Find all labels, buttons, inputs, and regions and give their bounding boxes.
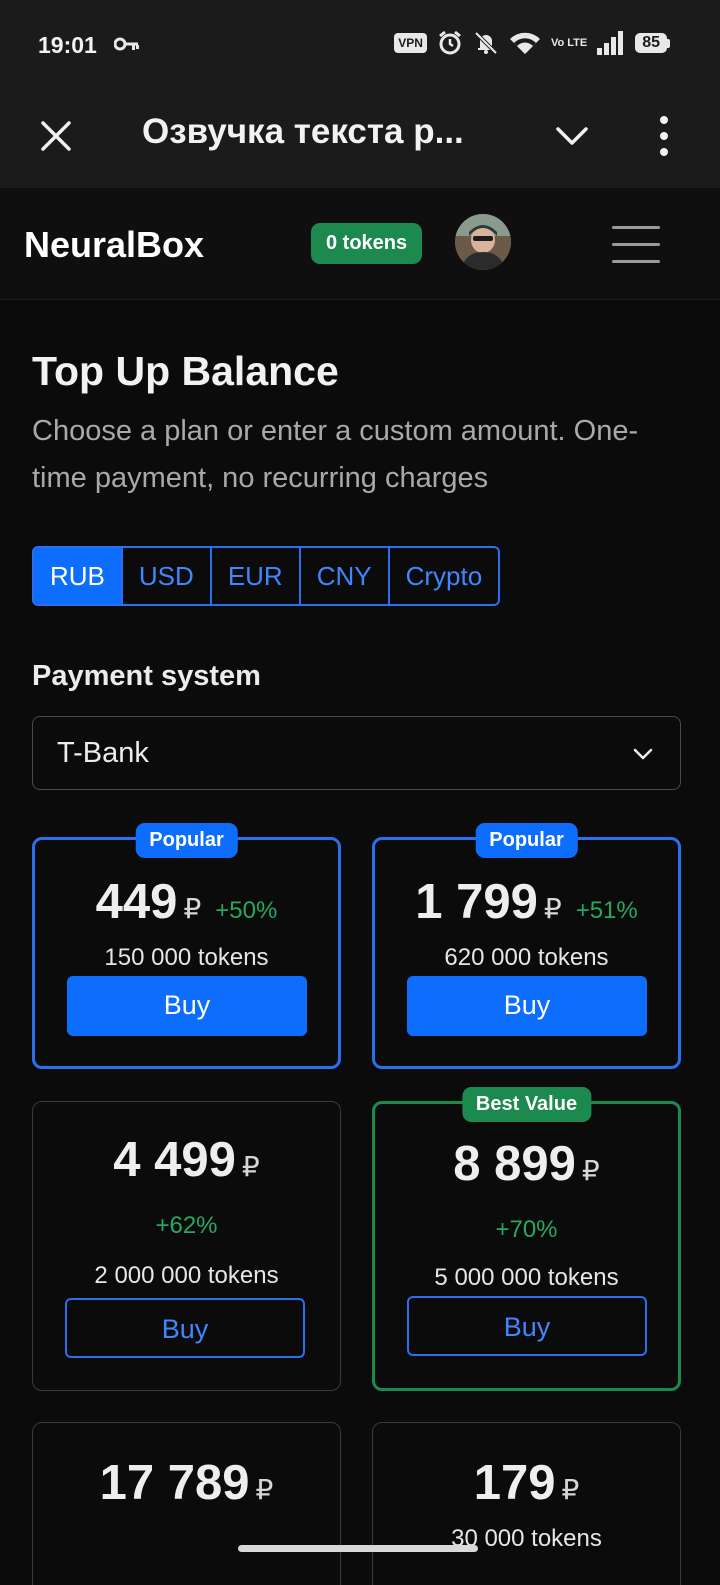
plan-bonus: +62% [155, 1212, 218, 1239]
plan-badge: Popular [135, 823, 238, 858]
plan-badge: Popular [475, 823, 578, 858]
plan-card: Popular 1 799 ₽ +51% 620 000 tokens Buy [372, 823, 681, 1069]
key-icon [114, 37, 139, 51]
plan-bonus: +51% [575, 897, 638, 924]
close-icon[interactable] [38, 118, 74, 154]
plan-price: 4 499 [113, 1133, 236, 1187]
plan-price: 1 799 [415, 875, 538, 929]
currency-tab-rub[interactable]: RUB [34, 548, 123, 604]
status-time: 19:01 [38, 32, 97, 58]
buy-button[interactable]: Buy [67, 976, 307, 1036]
currency-tab-cny[interactable]: CNY [301, 548, 390, 604]
chevron-down-icon[interactable] [554, 118, 590, 154]
currency-selector: RUB USD EUR CNY Crypto [32, 546, 501, 606]
vpn-badge: VPN [394, 33, 427, 53]
currency-symbol: ₽ [543, 893, 562, 924]
payment-system-select[interactable]: T-Bank [32, 716, 681, 790]
currency-tab-crypto[interactable]: Crypto [390, 548, 499, 604]
payment-system-label: Payment system [32, 660, 261, 692]
buy-button[interactable]: Buy [65, 1298, 305, 1358]
alarm-icon [439, 30, 461, 55]
plan-tokens: 2 000 000 tokens [94, 1262, 279, 1289]
hamburger-menu-icon[interactable] [612, 224, 662, 264]
plan-price: 179 [473, 1456, 556, 1510]
home-indicator[interactable] [238, 1545, 478, 1552]
plan-tokens: 5 000 000 tokens [434, 1264, 619, 1291]
chevron-down-icon [633, 748, 653, 760]
currency-symbol: ₽ [255, 1474, 274, 1505]
avatar[interactable] [455, 214, 511, 270]
site-header: NeuralBox 0 tokens [0, 188, 720, 300]
site-logo[interactable]: NeuralBox [24, 224, 204, 266]
plan-card: 4 499 ₽ +62% 2 000 000 tokens Buy [32, 1101, 341, 1391]
webview-toolbar: Озвучка текста р... [0, 90, 720, 188]
plan-card: 179 ₽ 30 000 tokens [372, 1422, 681, 1585]
page-title: Top Up Balance [32, 348, 339, 394]
more-vertical-icon[interactable] [652, 114, 676, 158]
plan-card: 17 789 ₽ [32, 1422, 341, 1585]
status-bar: 19:01 VPN Vo LTE 85 [0, 0, 720, 90]
mute-icon [474, 31, 498, 55]
plan-price: 8 899 [453, 1137, 576, 1191]
volte-label: Vo LTE [550, 36, 588, 49]
buy-button[interactable]: Buy [407, 1296, 647, 1356]
battery-icon: 85 [635, 33, 670, 53]
wifi-icon [509, 32, 540, 54]
buy-button[interactable]: Buy [407, 976, 647, 1036]
tokens-badge[interactable]: 0 tokens [311, 223, 423, 264]
plan-tokens: 620 000 tokens [444, 944, 609, 971]
plan-bonus: +70% [495, 1216, 558, 1243]
status-icons: VPN Vo LTE 85 [394, 30, 670, 56]
plan-card: Best Value 8 899 ₽ +70% 5 000 000 tokens … [372, 1087, 681, 1391]
plan-tokens: 150 000 tokens [104, 944, 269, 971]
currency-symbol: ₽ [561, 1474, 580, 1505]
currency-symbol: ₽ [581, 1155, 600, 1186]
plan-bonus: +50% [215, 897, 278, 924]
battery-level: 85 [635, 33, 667, 53]
currency-symbol: ₽ [241, 1151, 260, 1182]
currency-symbol: ₽ [183, 893, 202, 924]
page-subtitle: Choose a plan or enter a custom amount. … [32, 415, 639, 494]
signal-icon [597, 31, 624, 55]
payment-system-value: T-Bank [57, 737, 149, 769]
plan-badge: Best Value [461, 1087, 592, 1122]
currency-tab-eur[interactable]: EUR [212, 548, 301, 604]
currency-tab-usd[interactable]: USD [123, 548, 212, 604]
toolbar-title: Озвучка текста р... [142, 112, 464, 151]
plan-price: 17 789 [99, 1456, 250, 1510]
plan-card: Popular 449 ₽ +50% 150 000 tokens Buy [32, 823, 341, 1069]
plan-price: 449 [95, 875, 178, 929]
